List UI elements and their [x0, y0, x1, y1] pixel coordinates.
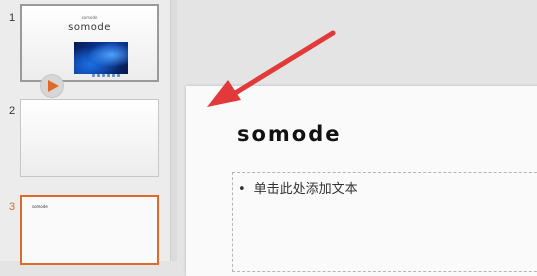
- thumbnail-image: [74, 42, 128, 74]
- play-slideshow-button[interactable]: [40, 74, 64, 98]
- thumbnail-tiny-text: somode: [81, 15, 98, 20]
- play-icon: [48, 80, 59, 92]
- slide-thumbnail-3[interactable]: somode: [20, 195, 159, 265]
- slide-thumbnail-2[interactable]: [20, 99, 159, 177]
- bullet-text: 单击此处添加文本: [253, 182, 358, 197]
- content-placeholder-text[interactable]: • 单击此处添加文本: [238, 178, 358, 197]
- slide-number-2: 2: [9, 105, 16, 117]
- bullet-icon: •: [238, 182, 246, 197]
- slide-number-1: 1: [9, 12, 16, 24]
- thumbnail-title: somode: [68, 22, 111, 33]
- panel-splitter[interactable]: [170, 0, 177, 261]
- slide-number-3: 3: [9, 201, 16, 213]
- slide-title[interactable]: somode: [237, 122, 342, 146]
- slide-thumbnail-1[interactable]: somode somode: [20, 4, 159, 82]
- thumbnail-tiny-text: somode: [32, 204, 48, 209]
- thumbnail-dots: [88, 74, 124, 78]
